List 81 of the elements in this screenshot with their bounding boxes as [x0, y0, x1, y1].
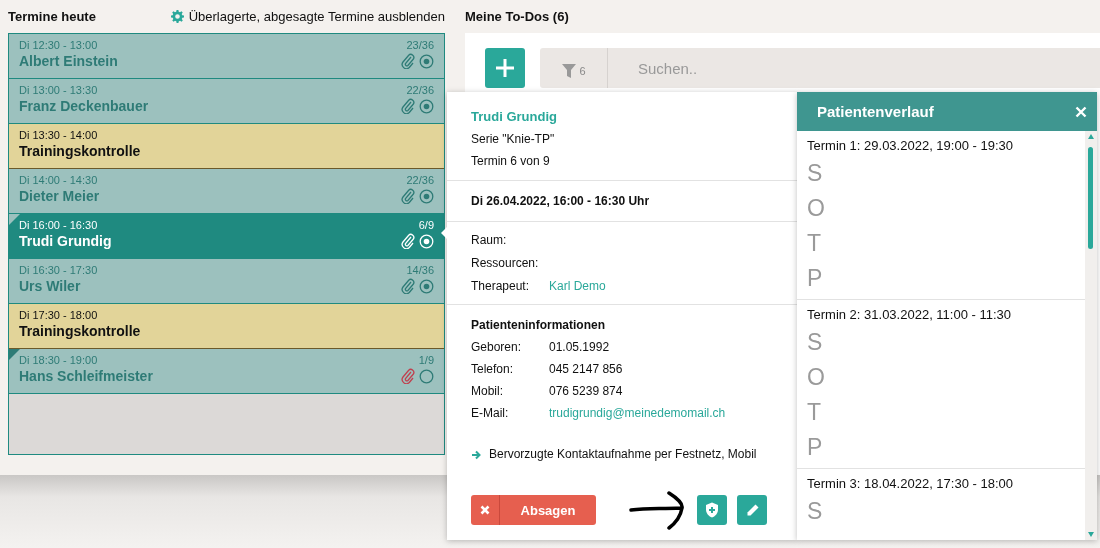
appointment-row[interactable]: Di 13:30 - 14:00 Trainingskontrolle	[9, 124, 444, 169]
edit-button[interactable]	[737, 495, 767, 525]
field-label: Mobil:	[471, 384, 504, 398]
appointment-time: Di 13:00 - 13:30	[19, 84, 99, 96]
scroll-up-icon[interactable]	[1088, 134, 1094, 139]
appointment-name: Albert Einstein	[19, 53, 118, 69]
appointment-time: Di 16:00 - 16:30	[19, 219, 99, 231]
appointment-time: Di 12:30 - 13:00	[19, 39, 99, 51]
soap-letter: T	[807, 399, 822, 425]
appointment-time: Di 16:30 - 17:30	[19, 264, 98, 276]
session-count: 22/36	[406, 174, 434, 186]
session-count: 23/36	[406, 39, 434, 51]
history-entry-title: Termin 2: 31.03.2022, 11:00 - 11:30	[807, 307, 1013, 322]
appointment-name: Trainingskontrolle	[19, 323, 141, 339]
cancel-button[interactable]: Absagen	[471, 495, 596, 525]
appointment-name: Franz Deckenbauer	[19, 98, 149, 114]
soap-letter: P	[807, 265, 823, 291]
appointment-row[interactable]: Di 14:00 - 14:30 Dieter Meier 22/36	[9, 169, 444, 214]
panel-title: Termine heute	[8, 9, 96, 24]
soap-letter: S	[807, 160, 823, 186]
soap-letter: T	[807, 230, 822, 256]
toggle-label[interactable]: Überlagerte, abgesagte Termine ausblenden	[188, 9, 445, 24]
field-value: 01.05.1992	[549, 340, 610, 354]
search-field[interactable]: 6 Suchen..	[540, 48, 1100, 88]
soap-letter: O	[807, 195, 825, 221]
scrollbar[interactable]	[1085, 131, 1097, 540]
appointment-row[interactable]: Di 12:30 - 13:00 Albert Einstein 23/36	[9, 34, 444, 79]
section-title: Patienteninformationen	[471, 318, 606, 332]
field-value: 045 2147 856	[549, 362, 623, 376]
appointment-time: Di 14:00 - 14:30	[19, 174, 99, 186]
field-label: Geboren:	[471, 340, 523, 354]
appointment-name: Urs Wiler	[19, 278, 82, 294]
scroll-down-icon[interactable]	[1088, 532, 1094, 537]
session-count: 22/36	[406, 84, 434, 96]
shield-plus-button[interactable]	[697, 495, 727, 525]
appointment-datetime: Di 26.04.2022, 16:00 - 16:30 Uhr	[471, 194, 651, 208]
appointment-time: Di 18:30 - 19:00	[19, 354, 99, 366]
soap-letter: P	[807, 434, 823, 460]
appointment-row[interactable]: Di 16:30 - 17:30 Urs Wiler 14/36	[9, 259, 444, 304]
contact-note: Bervorzugte Kontaktaufnahme per Festnetz, Mobil	[489, 446, 757, 463]
soap-letter: S	[807, 329, 823, 355]
panel-title: Meine To-Dos (6)	[465, 8, 570, 26]
close-icon	[480, 505, 490, 515]
filter-icon	[561, 63, 578, 79]
appointment-time: Di 13:30 - 14:00	[19, 129, 99, 141]
field-value: 076 5239 874	[549, 384, 623, 398]
series-label: Serie "Knie-TP"	[471, 132, 556, 146]
soap-letter: S	[807, 498, 823, 524]
appointment-name: Trudi Grundig	[19, 233, 112, 249]
patient-name-link[interactable]: Trudi Grundig	[471, 109, 773, 124]
session-count: 14/36	[406, 264, 434, 276]
filter-button[interactable]: 6	[540, 48, 608, 88]
appointment-name: Hans Schleifmeister	[19, 368, 153, 384]
appointment-name: Trainingskontrolle	[19, 143, 141, 159]
field-label: Therapeut:	[471, 279, 531, 293]
arrow-drawing	[629, 490, 687, 530]
appointment-row[interactable]: Di 18:30 - 19:00 Hans Schleifmeister 1/9	[9, 349, 444, 394]
arrow-right-icon	[471, 450, 481, 460]
add-button[interactable]	[485, 48, 525, 88]
appointment-row[interactable]: Di 17:30 - 18:00 Trainingskontrolle	[9, 304, 444, 349]
value-link[interactable]: trudigrundig@meinedemomail.ch	[549, 406, 726, 420]
session-label: Termin 6 von 9	[471, 154, 551, 168]
session-count: 1/9	[418, 354, 434, 366]
field-label: Telefon:	[471, 362, 515, 376]
gear-icon[interactable]	[170, 10, 184, 23]
soap-letter: O	[807, 364, 825, 390]
appointment-name: Dieter Meier	[19, 188, 100, 204]
panel-title: Patientenverlauf	[817, 103, 934, 120]
appointment-row[interactable]: Di 13:00 - 13:30 Franz Deckenbauer 22/36	[9, 79, 444, 124]
plus-icon	[495, 58, 515, 78]
field-label: Raum:	[471, 233, 508, 247]
field-label: Ressourcen:	[471, 256, 540, 270]
session-count: 6/9	[418, 219, 434, 231]
appointment-row[interactable]: Di 16:00 - 16:30 Trudi Grundig 6/9	[9, 214, 444, 259]
appointment-time: Di 17:30 - 18:00	[19, 309, 99, 321]
field-label: E-Mail:	[471, 406, 510, 420]
history-entry-title: Termin 3: 18.04.2022, 17:30 - 18:00	[807, 476, 1014, 491]
value-link[interactable]: Karl Demo	[549, 279, 606, 293]
close-button[interactable]	[1075, 105, 1087, 118]
shield-plus-icon	[705, 502, 719, 518]
history-entry-title: Termin 1: 29.03.2022, 19:00 - 19:30	[807, 138, 1014, 153]
